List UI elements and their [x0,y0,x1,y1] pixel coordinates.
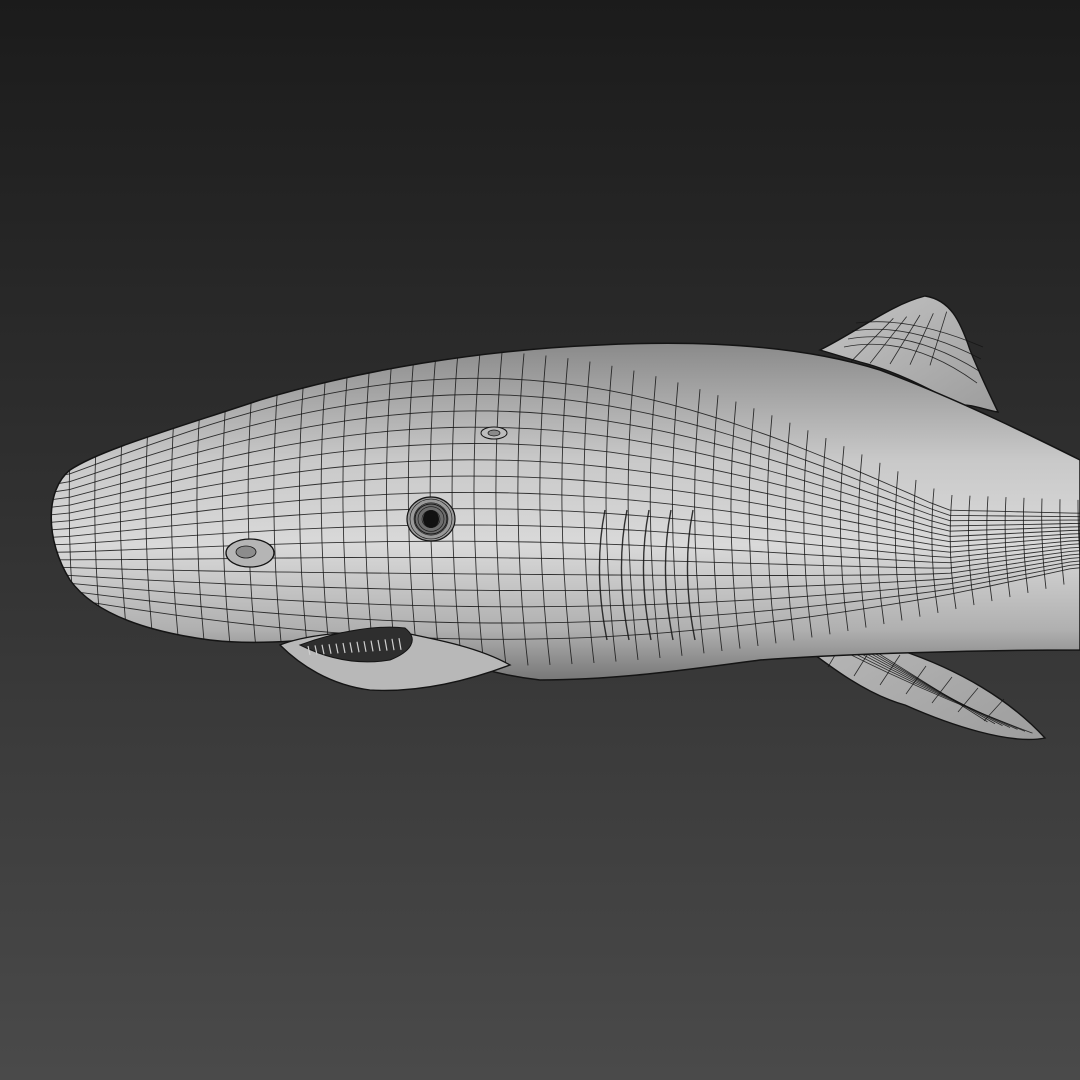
head-pore [480,426,508,440]
shark-wireframe-model[interactable] [0,0,1080,1080]
viewport-3d[interactable] [0,0,1080,1080]
eye [406,496,456,542]
nostril-inner [235,545,257,559]
